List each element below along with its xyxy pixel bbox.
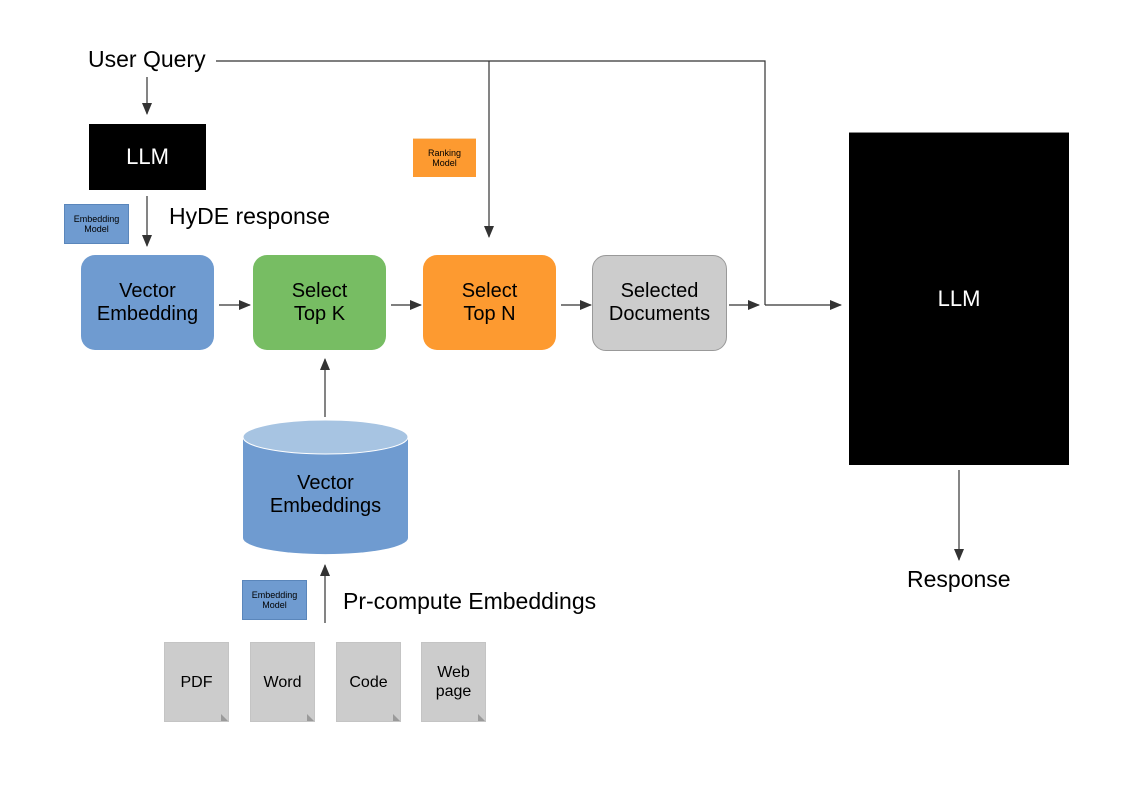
selected-documents-node[interactable]: Selected Documents — [592, 255, 727, 351]
document-webpage[interactable]: Web page — [421, 642, 486, 722]
page-fold-icon — [307, 714, 314, 721]
hyde-response-label: HyDE response — [169, 203, 331, 229]
document-label: Code — [349, 673, 388, 691]
precompute-label: Pr-compute Embeddings — [343, 588, 597, 614]
page-fold-icon — [478, 714, 485, 721]
embedding-model-top[interactable]: Embedding Model — [64, 204, 129, 244]
user-query-label: User Query — [88, 46, 206, 72]
select-top-n-node[interactable]: Select Top N — [423, 255, 556, 350]
vector-store-label: Vector Embeddings — [269, 472, 382, 517]
embedding-model-bottom[interactable]: Embedding Model — [242, 580, 307, 620]
response-label: Response — [907, 566, 1011, 592]
llm-main-node[interactable]: LLM — [849, 132, 1069, 465]
page-fold-icon — [221, 714, 228, 721]
llm-hyde-node[interactable]: LLM — [89, 124, 206, 190]
document-word[interactable]: Word — [250, 642, 315, 722]
page-fold-icon — [393, 714, 400, 721]
document-code[interactable]: Code — [336, 642, 401, 722]
document-label: Web page — [435, 664, 472, 700]
document-label: PDF — [180, 673, 213, 691]
document-label: Word — [263, 673, 302, 691]
ranking-model[interactable]: Ranking Model — [413, 138, 476, 177]
vector-embedding-node[interactable]: Vector Embedding — [81, 255, 214, 350]
document-pdf[interactable]: PDF — [164, 642, 229, 722]
select-top-k-node[interactable]: Select Top K — [253, 255, 386, 350]
